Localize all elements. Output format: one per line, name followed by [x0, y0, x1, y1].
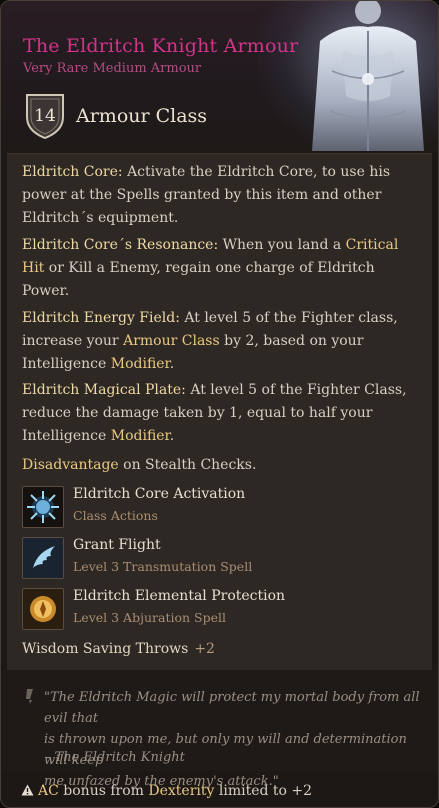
description-text: Activate the Eldritch Core, to use his: [127, 164, 391, 180]
eldritch-resonance-description: Eldritch Core´s Resonance: When you land…: [22, 234, 422, 303]
spell-name: Grant Flight: [73, 537, 161, 553]
keyword-critical-hit[interactable]: Critical: [346, 237, 399, 253]
description-text: Eldritch´s equipment.: [22, 210, 179, 226]
footer-text: limited to +2: [218, 783, 313, 799]
description-text: .: [169, 356, 175, 372]
spell-eldritch-core-activation[interactable]: Eldritch Core Activation Class Actions: [22, 486, 422, 530]
saving-throw-bonus: +2: [194, 641, 215, 657]
keyword-modifier[interactable]: Modifier: [111, 356, 170, 372]
keyword-disadvantage[interactable]: Disadvantage: [22, 457, 119, 473]
eldritch-core-icon: [22, 486, 64, 528]
saving-throw-label: Wisdom Saving Throws: [22, 641, 189, 657]
item-title: The Eldritch Knight Armour: [23, 35, 299, 57]
tooltip-header: The Eldritch Knight Armour Very Rare Med…: [1, 1, 438, 151]
elemental-shield-icon: [22, 588, 64, 630]
description-text: .: [169, 428, 175, 444]
warning-icon: [21, 784, 34, 796]
keyword-dexterity[interactable]: Dexterity: [148, 783, 214, 799]
wisdom-saving-throws: Wisdom Saving Throws +2: [22, 641, 215, 657]
wing-icon: [22, 537, 64, 579]
ac-dexterity-note: AC bonus from Dexterity limited to +2: [21, 783, 312, 799]
spell-level-school: Level 3 Transmutation Spell: [73, 559, 253, 574]
description-text: reduce the damage taken by 1, equal to h…: [22, 405, 373, 421]
spell-name: Eldritch Core Activation: [73, 486, 246, 502]
flavor-author: - The Eldritch Knight: [46, 750, 185, 765]
description-text: When you land a: [222, 237, 342, 253]
description-text: Power.: [22, 283, 70, 299]
description-text: At level 5 of the Fighter class,: [184, 310, 398, 326]
description-text: Intelligence: [22, 428, 107, 444]
quote-icon: [26, 689, 33, 704]
passive-heading: Eldritch Magical Plate:: [22, 382, 186, 398]
keyword-modifier[interactable]: Modifier: [111, 428, 170, 444]
keyword-armour-class[interactable]: Armour Class: [123, 333, 220, 349]
item-rarity-type: Very Rare Medium Armour: [23, 61, 202, 76]
stealth-disadvantage: Disadvantage on Stealth Checks.: [22, 454, 422, 477]
description-text: At level 5 of the Fighter Class,: [190, 382, 407, 398]
armour-class-label: Armour Class: [76, 105, 208, 127]
passive-heading: Eldritch Core´s Resonance:: [22, 237, 219, 253]
armour-class-value: 14: [34, 106, 56, 126]
spell-grant-flight[interactable]: Grant Flight Level 3 Transmutation Spell: [22, 537, 422, 581]
spell-eldritch-elemental-protection[interactable]: Eldritch Elemental Protection Level 3 Ab…: [22, 588, 422, 632]
description-text: or Kill a Enemy, regain one charge of El…: [48, 260, 375, 276]
description-text: power at the Spells granted by this item…: [22, 187, 382, 203]
passive-heading: Eldritch Core:: [22, 164, 123, 180]
eldritch-magical-plate-description: Eldritch Magical Plate: At level 5 of th…: [22, 379, 422, 448]
description-text: by 2, based on your: [224, 333, 364, 349]
flavor-text: "The Eldritch Magic will protect my mort…: [44, 687, 424, 792]
description-text: increase your: [22, 333, 119, 349]
flavor-line: "The Eldritch Magic will protect my mort…: [44, 690, 420, 726]
description-text: .: [251, 457, 257, 473]
description-text: on Stealth Checks: [123, 457, 252, 473]
spell-level-school: Level 3 Abjuration Spell: [73, 610, 226, 625]
armour-image: [312, 1, 424, 151]
keyword-ac[interactable]: AC: [38, 783, 59, 799]
spell-category: Class Actions: [73, 508, 158, 523]
footer-text: bonus from: [63, 783, 144, 799]
keyword-critical-hit[interactable]: Hit: [22, 260, 44, 276]
passive-heading: Eldritch Energy Field:: [22, 310, 180, 326]
spell-name: Eldritch Elemental Protection: [73, 588, 286, 604]
description-text: Intelligence: [22, 356, 107, 372]
eldritch-energy-field-description: Eldritch Energy Field: At level 5 of the…: [22, 307, 422, 376]
item-tooltip: The Eldritch Knight Armour Very Rare Med…: [0, 0, 439, 808]
eldritch-core-description: Eldritch Core: Activate the Eldritch Cor…: [22, 161, 422, 230]
